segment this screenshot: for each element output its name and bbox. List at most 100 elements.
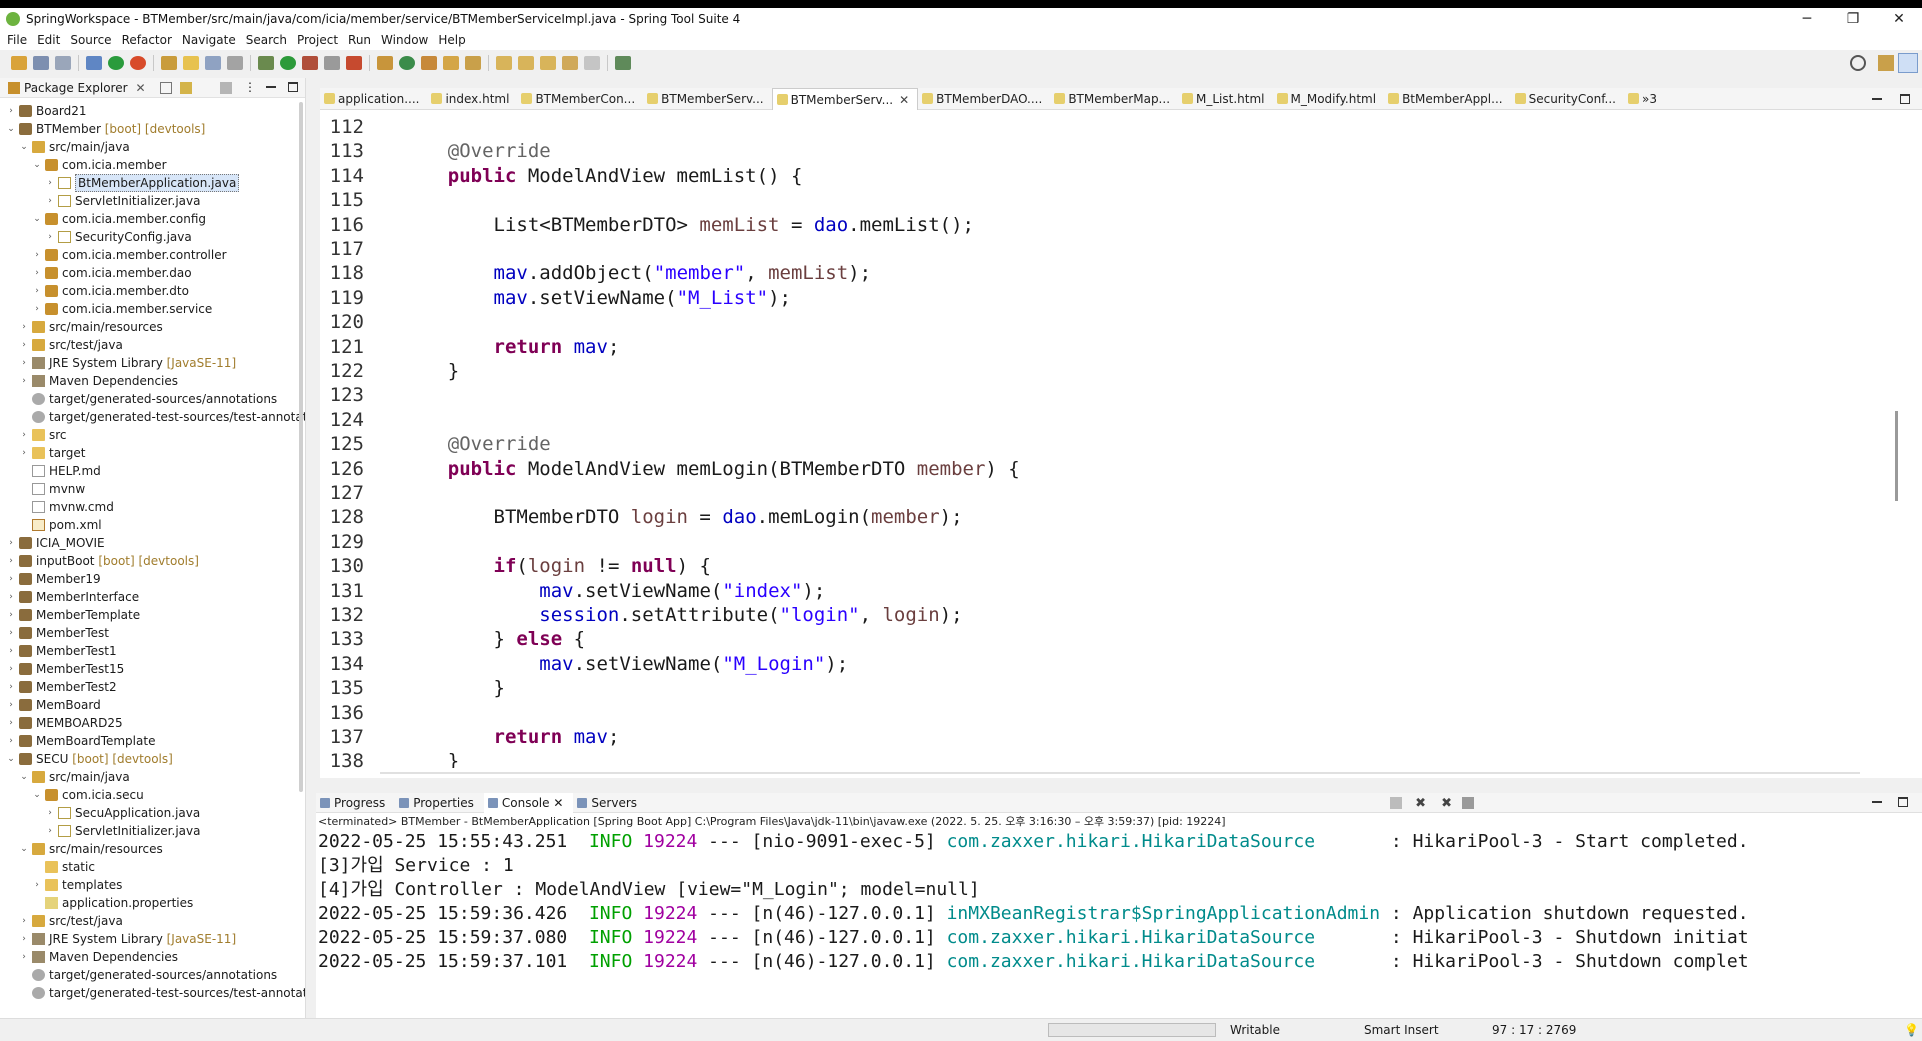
tree-item[interactable]: › com.icia.member.dao (0, 264, 300, 282)
chevron-right-icon[interactable]: › (19, 912, 29, 930)
code-line[interactable]: 129 (320, 530, 402, 554)
new-project-icon[interactable] (377, 56, 393, 70)
remove-all-launches-icon[interactable]: ✖ (1441, 796, 1452, 811)
explorer-scrollbar[interactable] (299, 102, 303, 792)
editor-tab[interactable]: M_List.html (1178, 88, 1272, 110)
editor-tab[interactable]: BTMemberServ... (643, 88, 771, 110)
tree-item[interactable]: › SecuApplication.java (0, 804, 300, 822)
tree-item[interactable]: › JRE System Library [JavaSE-11] (0, 354, 300, 372)
tree-item[interactable]: › MemberTemplate (0, 606, 300, 624)
tree-item[interactable]: › src (0, 426, 300, 444)
menu-search[interactable]: Search (246, 33, 287, 47)
close-window-button[interactable]: ✕ (1876, 8, 1922, 30)
tree-item[interactable]: mvnw.cmd (0, 498, 300, 516)
chevron-right-icon[interactable]: › (32, 300, 42, 318)
chevron-down-icon[interactable]: ⌄ (6, 750, 16, 768)
remove-launch-icon[interactable]: ✖ (1415, 796, 1426, 811)
tree-item[interactable]: ⌄ BTMember [boot] [devtools] (0, 120, 300, 138)
tree-item[interactable]: mvnw (0, 480, 300, 498)
open-task-icon[interactable] (443, 56, 459, 70)
tree-item[interactable]: application.properties (0, 894, 300, 912)
stop-server-icon[interactable] (324, 56, 340, 70)
maximize-view-icon[interactable] (288, 82, 298, 92)
new-icon[interactable] (11, 56, 27, 70)
chevron-right-icon[interactable]: › (19, 930, 29, 948)
code-line[interactable]: 128 BTMemberDTO login = dao.memLogin(mem… (320, 505, 963, 529)
tree-item[interactable]: ⌄ src/main/java (0, 138, 300, 156)
code-line[interactable]: 114 public ModelAndView memList() { (320, 164, 803, 188)
tree-item[interactable]: › Member19 (0, 570, 300, 588)
tree-item[interactable]: HELP.md (0, 462, 300, 480)
chevron-right-icon[interactable]: › (45, 822, 55, 840)
tab-progress[interactable]: Progress (316, 793, 395, 813)
open-type-icon[interactable] (421, 56, 437, 70)
tree-item[interactable]: target/generated-test-sources/test-annot… (0, 408, 305, 426)
chevron-down-icon[interactable]: ⌄ (32, 210, 42, 228)
spring-perspective-icon[interactable] (1898, 53, 1918, 73)
menu-navigate[interactable]: Navigate (182, 33, 236, 47)
coverage-icon[interactable] (346, 56, 362, 70)
view-menu-icon[interactable]: ⋮ (244, 80, 256, 94)
last-edit-icon[interactable] (540, 56, 556, 70)
tree-item[interactable]: static (0, 858, 300, 876)
tree-item[interactable]: target/generated-sources/annotations (0, 390, 300, 408)
terminate-icon[interactable] (1462, 797, 1474, 809)
code-line[interactable]: 121 return mav; (320, 335, 620, 359)
maximize-editor-icon[interactable] (1900, 94, 1910, 104)
menu-file[interactable]: File (7, 33, 27, 47)
editor-tab[interactable]: BTMemberServ... ✕ (771, 87, 919, 110)
tree-item[interactable]: › SecurityConfig.java (0, 228, 300, 246)
boot-dashboard-icon[interactable] (108, 56, 124, 70)
tree-item[interactable]: › com.icia.member.dto (0, 282, 300, 300)
run-external-icon[interactable] (302, 56, 318, 70)
code-line[interactable]: 125 @Override (320, 432, 551, 456)
pin-editor-icon[interactable] (615, 56, 631, 70)
menu-refactor[interactable]: Refactor (122, 33, 172, 47)
code-line[interactable]: 113 @Override (320, 139, 551, 163)
chevron-right-icon[interactable]: › (19, 948, 29, 966)
filter-icon[interactable] (220, 82, 232, 94)
tree-item[interactable]: › inputBoot [boot] [devtools] (0, 552, 300, 570)
minimize-view-icon[interactable] (266, 86, 276, 88)
run-icon[interactable] (280, 56, 296, 70)
tree-item[interactable]: ⌄ src/main/java (0, 768, 300, 786)
code-line[interactable]: 133 } else { (320, 627, 585, 651)
tree-item[interactable]: › src/main/resources (0, 318, 300, 336)
tree-item[interactable]: › MemberInterface (0, 588, 300, 606)
menu-project[interactable]: Project (297, 33, 338, 47)
tree-item[interactable]: › MemBoard (0, 696, 300, 714)
previous-annotation-icon[interactable] (518, 56, 534, 70)
menu-source[interactable]: Source (70, 33, 111, 47)
tree-item[interactable]: › MemberTest1 (0, 642, 300, 660)
editor-tab[interactable]: BtMemberAppl... (1384, 88, 1511, 110)
tree-item[interactable]: › Maven Dependencies (0, 948, 300, 966)
chevron-right-icon[interactable]: › (6, 570, 16, 588)
chevron-right-icon[interactable]: › (45, 804, 55, 822)
chevron-down-icon[interactable]: ⌄ (19, 138, 29, 156)
code-line[interactable]: 126 public ModelAndView memLogin(BTMembe… (320, 457, 1020, 481)
chevron-down-icon[interactable]: ⌄ (32, 156, 42, 174)
chevron-right-icon[interactable]: › (45, 174, 55, 192)
tree-item[interactable]: target/generated-test-sources/test-annot… (0, 984, 305, 1002)
tab-properties[interactable]: Properties (395, 793, 484, 813)
code-line[interactable]: 137 return mav; (320, 725, 620, 749)
chevron-right-icon[interactable]: › (6, 534, 16, 552)
code-editor[interactable]: 112 113 @Override 114 public ModelAndView … (320, 115, 1890, 768)
tree-item[interactable]: › com.icia.member.controller (0, 246, 300, 264)
tree-item[interactable]: › MEMBOARD25 (0, 714, 300, 732)
code-line[interactable]: 131 mav.setViewName("index"); (320, 579, 826, 603)
code-line[interactable]: 136 (320, 701, 402, 725)
editor-tab[interactable]: M_Modify.html (1273, 88, 1385, 110)
code-line[interactable]: 118 mav.addObject("member", memList); (320, 261, 871, 285)
tree-item[interactable]: ⌄ com.icia.member.config (0, 210, 300, 228)
chevron-right-icon[interactable]: › (6, 552, 16, 570)
link-with-editor-icon[interactable] (180, 82, 192, 94)
code-line[interactable]: 120 (320, 310, 402, 334)
tree-item[interactable]: › templates (0, 876, 300, 894)
code-line[interactable]: 115 (320, 188, 402, 212)
tree-item[interactable]: › Board21 (0, 102, 300, 120)
chevron-right-icon[interactable]: › (6, 606, 16, 624)
chevron-right-icon[interactable]: › (6, 588, 16, 606)
tree-item[interactable]: › MemberTest (0, 624, 300, 642)
chevron-right-icon[interactable]: › (45, 228, 55, 246)
